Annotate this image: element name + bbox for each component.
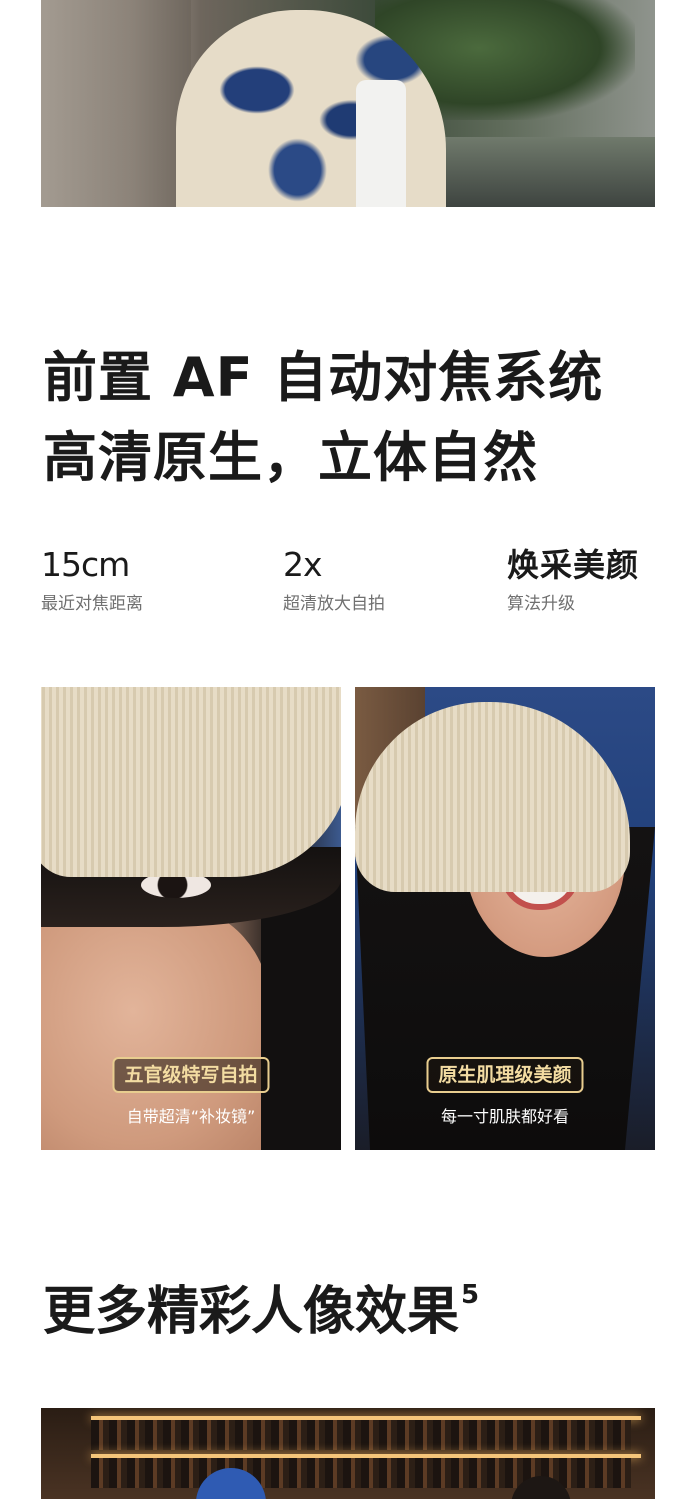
bar-scene-photo: [41, 1408, 655, 1499]
feature-badge: 五官级特写自拍: [112, 1057, 270, 1093]
feature-caption: 自带超清“补妆镜”: [126, 1107, 256, 1126]
spec-label: 超清放大自拍: [283, 594, 385, 614]
bar-bottles: [91, 1420, 631, 1450]
spec-label: 最近对焦距离: [41, 594, 143, 614]
spec-beauty: 焕采美颜 算法升级: [507, 545, 639, 615]
spec-label: 算法升级: [507, 594, 575, 614]
spec-value: 15cm: [41, 545, 130, 584]
section-title-text: 更多精彩人像效果: [43, 1282, 460, 1342]
hero-street: [425, 137, 655, 207]
section-title: 更多精彩人像效果5: [43, 1277, 479, 1347]
feature-caption: 每一寸肌肤都好看: [440, 1107, 569, 1126]
headline-line-2: 高清原生，立体自然: [43, 426, 538, 489]
portrait-smile-photo: 原生肌理级美颜 每一寸肌肤都好看: [355, 687, 655, 1150]
hero-wall: [41, 0, 191, 207]
footnote-marker: 5: [461, 1280, 480, 1310]
portrait-beanie: [41, 687, 341, 877]
spec-value: 焕采美颜: [507, 546, 640, 584]
hero-shirt: [356, 80, 406, 207]
feature-badge: 原生肌理级美颜: [426, 1057, 584, 1093]
spec-focus-distance: 15cm 最近对焦距离: [41, 545, 143, 615]
spec-zoom: 2x 超清放大自拍: [283, 545, 385, 615]
hero-photo: [41, 0, 655, 207]
spec-value: 2x: [283, 545, 323, 584]
headline: 前置 AF 自动对焦系统 高清原生，立体自然: [43, 338, 663, 498]
headline-line-1: 前置 AF 自动对焦系统: [43, 346, 604, 409]
portrait-closeup-photo: 五官级特写自拍 自带超清“补妆镜”: [41, 687, 341, 1150]
